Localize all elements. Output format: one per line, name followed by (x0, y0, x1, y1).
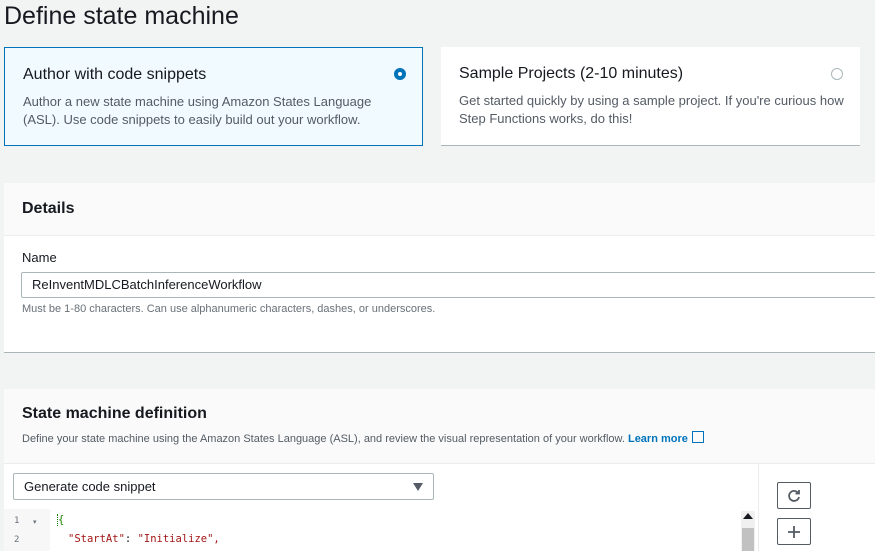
definition-description-text: Define your state machine using the Amaz… (22, 433, 625, 445)
details-header: Details (4, 183, 875, 236)
scroll-up-icon[interactable] (743, 513, 753, 519)
editor-scrollbar[interactable] (741, 511, 755, 551)
select-value: Generate code snippet (24, 479, 156, 494)
scroll-thumb[interactable] (742, 528, 754, 551)
refresh-button[interactable] (777, 482, 811, 509)
learn-more-link[interactable]: Learn more (628, 433, 688, 445)
tile-description: Get started quickly by using a sample pr… (459, 93, 844, 126)
code-line: { (57, 514, 65, 526)
name-input[interactable]: ReInventMDLCBatchInferenceWorkflow (21, 272, 875, 298)
editor-gutter: 1 ▾ 2 (4, 509, 50, 551)
details-panel: Details (4, 183, 875, 353)
definition-heading: State machine definition (22, 405, 207, 422)
code-value: "Initialize", (137, 533, 220, 545)
editor-divider (758, 464, 759, 551)
radio-unselected[interactable] (831, 68, 843, 80)
radio-selected[interactable] (394, 68, 406, 80)
definition-header (4, 389, 875, 464)
tile-title: Author with code snippets (23, 66, 207, 83)
chevron-down-icon (413, 483, 423, 491)
tile-title: Sample Projects (2-10 minutes) (459, 65, 684, 82)
name-label: Name (22, 250, 57, 265)
zoom-in-button[interactable] (777, 518, 811, 545)
plus-icon (788, 526, 800, 538)
page-title: Define state machine (4, 2, 239, 30)
tile-sample-projects[interactable]: Sample Projects (2-10 minutes) Get start… (441, 47, 860, 146)
tile-description: Author a new state machine using Amazon … (23, 94, 372, 127)
line-number: 2 (14, 535, 20, 545)
code-editor[interactable]: 1 ▾ 2 { "StartAt": "Initialize", (4, 509, 758, 551)
name-hint: Must be 1-80 characters. Can use alphanu… (22, 303, 436, 315)
line-number: 1 (14, 516, 20, 526)
tile-author-code-snippets[interactable]: Author with code snippets Author a new s… (4, 47, 423, 146)
external-link-icon[interactable] (691, 431, 704, 443)
fold-arrow-icon[interactable]: ▾ (33, 518, 37, 526)
details-heading: Details (22, 200, 75, 217)
refresh-icon (788, 490, 800, 502)
code-line: "StartAt": "Initialize", (68, 533, 220, 545)
code-key: "StartAt" (68, 533, 125, 545)
definition-description: Define your state machine using the Amaz… (22, 430, 704, 445)
generate-snippet-select[interactable]: Generate code snippet (13, 473, 434, 500)
